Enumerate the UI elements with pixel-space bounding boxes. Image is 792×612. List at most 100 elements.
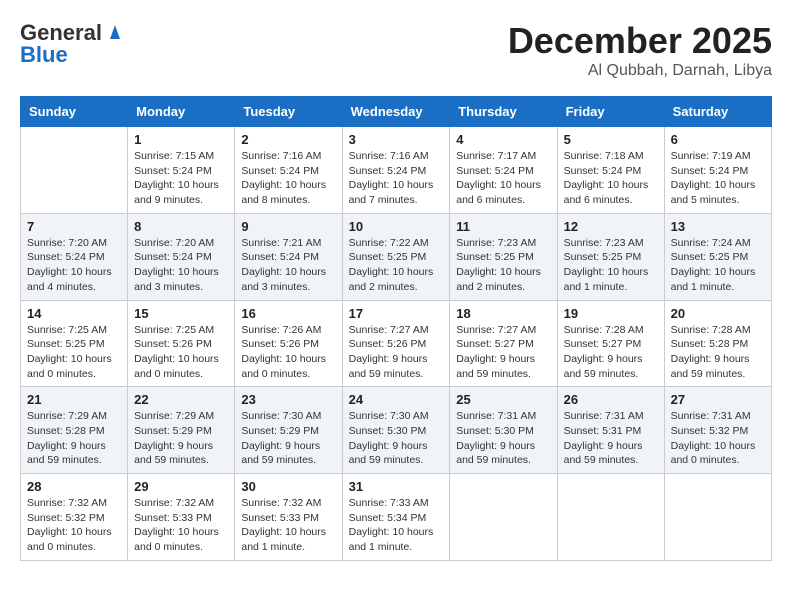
day-info: Sunrise: 7:19 AM Sunset: 5:24 PM Dayligh… bbox=[671, 149, 765, 208]
day-number: 5 bbox=[564, 132, 658, 147]
calendar-cell: 6Sunrise: 7:19 AM Sunset: 5:24 PM Daylig… bbox=[664, 127, 771, 214]
day-number: 17 bbox=[349, 306, 444, 321]
header: General Blue December 2025 Al Qubbah, Da… bbox=[20, 20, 772, 80]
calendar-cell: 26 Sunrise: 7:31 AM Sunset: 5:31 PM Dayli… bbox=[557, 387, 664, 474]
day-info: Sunrise: 7:23 AM Sunset: 5:25 PM Dayligh… bbox=[564, 236, 658, 295]
calendar-cell: 7Sunrise: 7:20 AM Sunset: 5:24 PM Daylig… bbox=[21, 213, 128, 300]
day-number: 2 bbox=[241, 132, 335, 147]
day-number: 8 bbox=[134, 219, 228, 234]
day-number: 16 bbox=[241, 306, 335, 321]
day-info: Sunrise: 7:15 AM Sunset: 5:24 PM Dayligh… bbox=[134, 149, 228, 208]
day-info: Sunrise: 7:25 AM Sunset: 5:25 PM Dayligh… bbox=[27, 323, 121, 382]
day-number: 19 bbox=[564, 306, 658, 321]
day-info: Sunrise: 7:30 AM Sunset: 5:29 PM Dayligh… bbox=[241, 409, 335, 468]
day-info: Sunrise: 7:27 AM Sunset: 5:27 PM Dayligh… bbox=[456, 323, 550, 382]
calendar-cell: 13Sunrise: 7:24 AM Sunset: 5:25 PM Dayli… bbox=[664, 213, 771, 300]
day-number: 20 bbox=[671, 306, 765, 321]
calendar-cell: 29 Sunrise: 7:32 AM Sunset: 5:33 PM Dayli… bbox=[128, 474, 235, 561]
calendar-cell: 24 Sunrise: 7:30 AM Sunset: 5:30 PM Dayli… bbox=[342, 387, 450, 474]
day-number: 9 bbox=[241, 219, 335, 234]
calendar-week-row: 14Sunrise: 7:25 AM Sunset: 5:25 PM Dayli… bbox=[21, 300, 772, 387]
day-info: Sunrise: 7:22 AM Sunset: 5:25 PM Dayligh… bbox=[349, 236, 444, 295]
calendar-cell: 20 Sunrise: 7:28 AM Sunset: 5:28 PM Dayli… bbox=[664, 300, 771, 387]
day-info: Sunrise: 7:16 AM Sunset: 5:24 PM Dayligh… bbox=[241, 149, 335, 208]
weekday-header: Saturday bbox=[664, 97, 771, 127]
day-number: 21 bbox=[27, 392, 121, 407]
day-info: Sunrise: 7:23 AM Sunset: 5:25 PM Dayligh… bbox=[456, 236, 550, 295]
calendar-cell: 31 Sunrise: 7:33 AM Sunset: 5:34 PM Dayli… bbox=[342, 474, 450, 561]
calendar-cell: 22 Sunrise: 7:29 AM Sunset: 5:29 PM Dayli… bbox=[128, 387, 235, 474]
calendar-cell: 1Sunrise: 7:15 AM Sunset: 5:24 PM Daylig… bbox=[128, 127, 235, 214]
day-info: Sunrise: 7:20 AM Sunset: 5:24 PM Dayligh… bbox=[134, 236, 228, 295]
day-number: 22 bbox=[134, 392, 228, 407]
day-number: 18 bbox=[456, 306, 550, 321]
location-title: Al Qubbah, Darnah, Libya bbox=[508, 62, 772, 80]
calendar-cell: 23 Sunrise: 7:30 AM Sunset: 5:29 PM Dayli… bbox=[235, 387, 342, 474]
day-number: 23 bbox=[241, 392, 335, 407]
day-info: Sunrise: 7:29 AM Sunset: 5:28 PM Dayligh… bbox=[27, 409, 121, 468]
day-number: 31 bbox=[349, 479, 444, 494]
title-area: December 2025 Al Qubbah, Darnah, Libya bbox=[508, 20, 772, 80]
calendar-cell: 10 Sunrise: 7:22 AM Sunset: 5:25 PM Dayli… bbox=[342, 213, 450, 300]
calendar-cell: 2 Sunrise: 7:16 AM Sunset: 5:24 PM Daylig… bbox=[235, 127, 342, 214]
day-info: Sunrise: 7:32 AM Sunset: 5:33 PM Dayligh… bbox=[134, 496, 228, 555]
logo-text-blue: Blue bbox=[20, 42, 68, 68]
day-info: Sunrise: 7:30 AM Sunset: 5:30 PM Dayligh… bbox=[349, 409, 444, 468]
calendar-cell: 4 Sunrise: 7:17 AM Sunset: 5:24 PM Daylig… bbox=[450, 127, 557, 214]
calendar-week-row: 1Sunrise: 7:15 AM Sunset: 5:24 PM Daylig… bbox=[21, 127, 772, 214]
day-info: Sunrise: 7:18 AM Sunset: 5:24 PM Dayligh… bbox=[564, 149, 658, 208]
day-number: 29 bbox=[134, 479, 228, 494]
month-title: December 2025 bbox=[508, 20, 772, 62]
day-info: Sunrise: 7:31 AM Sunset: 5:30 PM Dayligh… bbox=[456, 409, 550, 468]
day-number: 30 bbox=[241, 479, 335, 494]
day-info: Sunrise: 7:17 AM Sunset: 5:24 PM Dayligh… bbox=[456, 149, 550, 208]
day-info: Sunrise: 7:31 AM Sunset: 5:32 PM Dayligh… bbox=[671, 409, 765, 468]
calendar-week-row: 28Sunrise: 7:32 AM Sunset: 5:32 PM Dayli… bbox=[21, 474, 772, 561]
logo-icon bbox=[104, 21, 126, 43]
day-info: Sunrise: 7:28 AM Sunset: 5:28 PM Dayligh… bbox=[671, 323, 765, 382]
day-info: Sunrise: 7:26 AM Sunset: 5:26 PM Dayligh… bbox=[241, 323, 335, 382]
day-number: 4 bbox=[456, 132, 550, 147]
calendar-cell bbox=[557, 474, 664, 561]
calendar-cell: 18 Sunrise: 7:27 AM Sunset: 5:27 PM Dayli… bbox=[450, 300, 557, 387]
calendar-cell bbox=[664, 474, 771, 561]
logo: General Blue bbox=[20, 20, 126, 68]
weekday-header: Friday bbox=[557, 97, 664, 127]
day-info: Sunrise: 7:24 AM Sunset: 5:25 PM Dayligh… bbox=[671, 236, 765, 295]
day-number: 11 bbox=[456, 219, 550, 234]
calendar-cell: 25 Sunrise: 7:31 AM Sunset: 5:30 PM Dayli… bbox=[450, 387, 557, 474]
calendar-cell: 5 Sunrise: 7:18 AM Sunset: 5:24 PM Daylig… bbox=[557, 127, 664, 214]
day-number: 10 bbox=[349, 219, 444, 234]
calendar-cell: 3Sunrise: 7:16 AM Sunset: 5:24 PM Daylig… bbox=[342, 127, 450, 214]
day-info: Sunrise: 7:31 AM Sunset: 5:31 PM Dayligh… bbox=[564, 409, 658, 468]
day-info: Sunrise: 7:28 AM Sunset: 5:27 PM Dayligh… bbox=[564, 323, 658, 382]
calendar-cell: 16 Sunrise: 7:26 AM Sunset: 5:26 PM Dayli… bbox=[235, 300, 342, 387]
day-info: Sunrise: 7:32 AM Sunset: 5:32 PM Dayligh… bbox=[27, 496, 121, 555]
day-info: Sunrise: 7:29 AM Sunset: 5:29 PM Dayligh… bbox=[134, 409, 228, 468]
day-number: 15 bbox=[134, 306, 228, 321]
calendar-cell: 19 Sunrise: 7:28 AM Sunset: 5:27 PM Dayli… bbox=[557, 300, 664, 387]
weekday-header: Monday bbox=[128, 97, 235, 127]
calendar-week-row: 21 Sunrise: 7:29 AM Sunset: 5:28 PM Dayli… bbox=[21, 387, 772, 474]
calendar-cell: 27 Sunrise: 7:31 AM Sunset: 5:32 PM Dayli… bbox=[664, 387, 771, 474]
weekday-header: Sunday bbox=[21, 97, 128, 127]
day-number: 12 bbox=[564, 219, 658, 234]
calendar-cell bbox=[450, 474, 557, 561]
day-number: 24 bbox=[349, 392, 444, 407]
calendar-cell: 30 Sunrise: 7:32 AM Sunset: 5:33 PM Dayli… bbox=[235, 474, 342, 561]
day-info: Sunrise: 7:25 AM Sunset: 5:26 PM Dayligh… bbox=[134, 323, 228, 382]
day-info: Sunrise: 7:33 AM Sunset: 5:34 PM Dayligh… bbox=[349, 496, 444, 555]
weekday-header: Tuesday bbox=[235, 97, 342, 127]
day-number: 26 bbox=[564, 392, 658, 407]
day-number: 25 bbox=[456, 392, 550, 407]
day-info: Sunrise: 7:16 AM Sunset: 5:24 PM Dayligh… bbox=[349, 149, 444, 208]
day-number: 7 bbox=[27, 219, 121, 234]
calendar-cell: 15 Sunrise: 7:25 AM Sunset: 5:26 PM Dayli… bbox=[128, 300, 235, 387]
calendar-cell: 28Sunrise: 7:32 AM Sunset: 5:32 PM Dayli… bbox=[21, 474, 128, 561]
calendar-cell: 12 Sunrise: 7:23 AM Sunset: 5:25 PM Dayli… bbox=[557, 213, 664, 300]
calendar-cell bbox=[21, 127, 128, 214]
calendar-week-row: 7 Sunrise: 7:20 AM Sunset: 5:24 PM Daylig… bbox=[21, 213, 772, 300]
day-info: Sunrise: 7:32 AM Sunset: 5:33 PM Dayligh… bbox=[241, 496, 335, 555]
day-number: 27 bbox=[671, 392, 765, 407]
calendar-cell: 21 Sunrise: 7:29 AM Sunset: 5:28 PM Dayli… bbox=[21, 387, 128, 474]
